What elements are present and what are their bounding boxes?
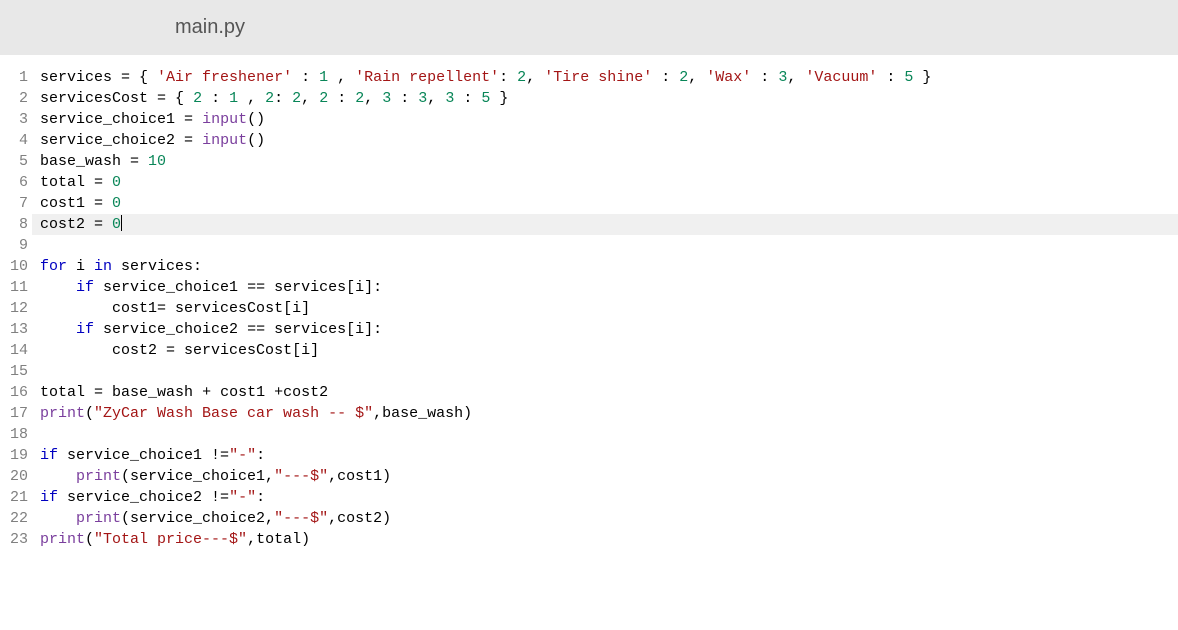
line-number: 19	[0, 445, 32, 466]
code-line[interactable]	[40, 424, 1178, 445]
line-number: 23	[0, 529, 32, 550]
code-line[interactable]: if service_choice1 == services[i]:	[40, 277, 1178, 298]
tab-bar: main.py	[0, 0, 1178, 55]
code-line[interactable]: servicesCost = { 2 : 1 , 2: 2, 2 : 2, 3 …	[40, 88, 1178, 109]
code-line[interactable]	[40, 361, 1178, 382]
line-number: 4	[0, 130, 32, 151]
code-line[interactable]: cost2 = servicesCost[i]	[40, 340, 1178, 361]
line-number: 11	[0, 277, 32, 298]
line-number: 18	[0, 424, 32, 445]
line-number: 7	[0, 193, 32, 214]
line-number: 2	[0, 88, 32, 109]
code-line[interactable]: cost1 = 0	[40, 193, 1178, 214]
line-number: 21	[0, 487, 32, 508]
code-editor[interactable]: 1234567891011121314151617181920212223 se…	[0, 55, 1178, 550]
code-line[interactable]: if service_choice2 == services[i]:	[40, 319, 1178, 340]
line-number: 6	[0, 172, 32, 193]
code-line[interactable]: total = 0	[40, 172, 1178, 193]
code-line[interactable]: cost2 = 0	[32, 214, 1178, 235]
code-line[interactable]: print(service_choice1,"---$",cost1)	[40, 466, 1178, 487]
line-number: 17	[0, 403, 32, 424]
code-line[interactable]: base_wash = 10	[40, 151, 1178, 172]
line-number: 10	[0, 256, 32, 277]
line-number: 14	[0, 340, 32, 361]
code-line[interactable]: service_choice1 = input()	[40, 109, 1178, 130]
line-number: 5	[0, 151, 32, 172]
code-line[interactable]: service_choice2 = input()	[40, 130, 1178, 151]
code-line[interactable]: print(service_choice2,"---$",cost2)	[40, 508, 1178, 529]
line-number: 15	[0, 361, 32, 382]
line-number: 16	[0, 382, 32, 403]
file-tab[interactable]: main.py	[175, 16, 245, 39]
code-line[interactable]: for i in services:	[40, 256, 1178, 277]
code-line[interactable]: if service_choice2 !="-":	[40, 487, 1178, 508]
code-line[interactable]: if service_choice1 !="-":	[40, 445, 1178, 466]
line-number: 22	[0, 508, 32, 529]
text-cursor	[121, 215, 122, 231]
code-line[interactable]: print("Total price---$",total)	[40, 529, 1178, 550]
line-number-gutter: 1234567891011121314151617181920212223	[0, 67, 32, 550]
line-number: 8	[0, 214, 32, 235]
line-number: 12	[0, 298, 32, 319]
code-line[interactable]: print("ZyCar Wash Base car wash -- $",ba…	[40, 403, 1178, 424]
line-number: 13	[0, 319, 32, 340]
line-number: 1	[0, 67, 32, 88]
code-line[interactable]	[40, 235, 1178, 256]
line-number: 3	[0, 109, 32, 130]
code-line[interactable]: services = { 'Air freshener' : 1 , 'Rain…	[40, 67, 1178, 88]
code-line[interactable]: total = base_wash + cost1 +cost2	[40, 382, 1178, 403]
code-line[interactable]: cost1= servicesCost[i]	[40, 298, 1178, 319]
code-area[interactable]: services = { 'Air freshener' : 1 , 'Rain…	[32, 67, 1178, 550]
line-number: 9	[0, 235, 32, 256]
line-number: 20	[0, 466, 32, 487]
